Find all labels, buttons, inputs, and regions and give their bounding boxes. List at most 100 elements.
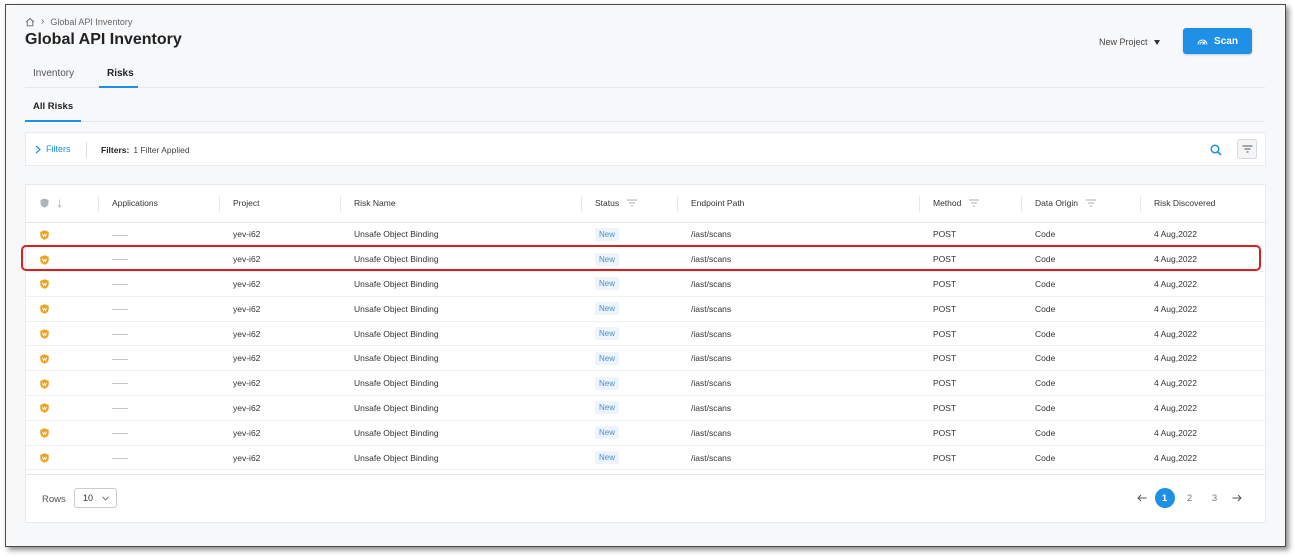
- cell-method: POST: [919, 345, 1021, 372]
- cell-risk-discovered: 4 Aug,2022: [1140, 296, 1267, 322]
- rows-per-page-select[interactable]: 10: [74, 488, 117, 508]
- cell-status: New: [581, 370, 677, 397]
- header-discovered-label: Risk Discovered: [1154, 198, 1216, 209]
- page-2-button[interactable]: 2: [1180, 488, 1200, 508]
- cell-project: yev-i62: [219, 420, 340, 446]
- cell-application: [98, 296, 219, 322]
- cell-data-origin: Code: [1021, 370, 1140, 397]
- sub-tabs: All Risks: [24, 97, 1265, 122]
- table-row[interactable]: yev-i62 Unsafe Object Binding New/iast/sca…: [26, 321, 1267, 347]
- cell-application: [98, 271, 219, 297]
- filters-toggle[interactable]: Filters: [35, 144, 71, 154]
- table-row[interactable]: yev-i62 Unsafe Object Binding New/iast/sca…: [26, 370, 1267, 397]
- cell-severity: [26, 370, 98, 397]
- cell-severity: [26, 445, 98, 471]
- header-project[interactable]: Project: [219, 185, 340, 223]
- cell-status: New: [581, 321, 677, 347]
- prev-page-button[interactable]: [1132, 488, 1152, 508]
- empty-value-dash: [112, 433, 128, 435]
- project-select[interactable]: New Project: [1099, 37, 1160, 47]
- table-header-row: Applications Project Risk Name Status En…: [26, 185, 1267, 223]
- next-page-button[interactable]: [1227, 488, 1247, 508]
- table-row[interactable]: yev-i62 Unsafe Object Binding New/iast/sca…: [26, 271, 1267, 297]
- cell-application: [98, 370, 219, 397]
- risks-table-card: Applications Project Risk Name Status En…: [25, 184, 1267, 523]
- filters-applied-label: Filters:: [101, 145, 130, 155]
- filter-icon: [1242, 145, 1252, 153]
- rows-label: Rows: [42, 494, 66, 505]
- search-icon[interactable]: [1209, 143, 1223, 157]
- table-row[interactable]: yev-i62 Unsafe Object Binding New/iast/sca…: [26, 395, 1267, 421]
- cell-endpoint-path: /iast/scans: [677, 321, 919, 347]
- header-method-label: Method: [933, 198, 962, 209]
- header-risk-discovered[interactable]: Risk Discovered: [1140, 185, 1267, 223]
- cell-method: POST: [919, 246, 1021, 273]
- status-badge: New: [595, 401, 620, 415]
- cell-status: New: [581, 271, 677, 297]
- cell-severity: [26, 321, 98, 347]
- header-risk-name[interactable]: Risk Name: [340, 185, 581, 223]
- breadcrumb-current[interactable]: Global API Inventory: [50, 17, 132, 27]
- cell-risk-name: Unsafe Object Binding: [340, 246, 581, 273]
- tab-inventory[interactable]: Inventory: [33, 68, 74, 88]
- table-row[interactable]: yev-i62 Unsafe Object Binding New/iast/sca…: [26, 445, 1267, 471]
- header-method[interactable]: Method: [919, 185, 1021, 223]
- header-severity[interactable]: [26, 185, 98, 223]
- cell-risk-name: Unsafe Object Binding: [340, 445, 581, 471]
- page-1-button[interactable]: 1: [1154, 488, 1175, 508]
- shield-warning-icon: [40, 230, 49, 240]
- arrow-right-icon: [1232, 494, 1242, 502]
- header-origin-label: Data Origin: [1035, 198, 1078, 209]
- main-tabs: Inventory Risks: [25, 63, 1265, 88]
- cell-project: yev-i62: [219, 321, 340, 347]
- page-3-button[interactable]: 3: [1205, 488, 1225, 508]
- project-select-label: New Project: [1099, 37, 1148, 47]
- shield-warning-icon: [40, 428, 49, 438]
- cell-application: [98, 321, 219, 347]
- sort-down-icon[interactable]: [57, 199, 62, 208]
- header-data-origin[interactable]: Data Origin: [1021, 185, 1140, 223]
- table-row[interactable]: yev-i62 Unsafe Object Binding New/iast/sca…: [26, 246, 1267, 273]
- cell-project: yev-i62: [219, 445, 340, 471]
- cell-endpoint-path: /iast/scans: [677, 445, 919, 471]
- app-window: › Global API Inventory Global API Invent…: [5, 4, 1286, 547]
- cell-application: [98, 445, 219, 471]
- table-row[interactable]: yev-i62 Unsafe Object Binding New/iast/sca…: [26, 222, 1267, 248]
- subtab-all-risks[interactable]: All Risks: [24, 101, 82, 122]
- cell-data-origin: Code: [1021, 222, 1140, 248]
- cell-severity: [26, 222, 98, 248]
- header-risk-name-label: Risk Name: [354, 198, 396, 209]
- scan-button[interactable]: Scan: [1183, 28, 1252, 54]
- cell-method: POST: [919, 271, 1021, 297]
- filter-icon[interactable]: [1086, 199, 1096, 207]
- header-endpoint-path[interactable]: Endpoint Path: [677, 185, 919, 223]
- status-badge: New: [595, 302, 620, 316]
- table-row[interactable]: yev-i62 Unsafe Object Binding New/iast/sca…: [26, 345, 1267, 372]
- filter-button[interactable]: [1237, 139, 1257, 159]
- shield-warning-icon: [40, 453, 49, 463]
- cell-endpoint-path: /iast/scans: [677, 271, 919, 297]
- status-badge: New: [595, 277, 620, 291]
- chevron-right-icon: [35, 145, 41, 153]
- tab-risks[interactable]: Risks: [99, 68, 138, 88]
- pagination: 1 2 3: [1132, 488, 1247, 508]
- table-body: yev-i62 Unsafe Object Binding New/iast/sca…: [26, 222, 1267, 471]
- table-row[interactable]: yev-i62 Unsafe Object Binding New/iast/sca…: [26, 420, 1267, 446]
- cell-risk-name: Unsafe Object Binding: [340, 321, 581, 347]
- filter-icon[interactable]: [627, 199, 638, 207]
- home-icon[interactable]: [25, 17, 35, 27]
- header-status[interactable]: Status: [581, 185, 677, 223]
- rows-per-page-value: 10: [83, 493, 94, 503]
- cell-status: New: [581, 246, 677, 273]
- filters-toggle-label: Filters: [46, 144, 71, 154]
- table-row[interactable]: yev-i62 Unsafe Object Binding New/iast/sca…: [26, 296, 1267, 322]
- filters-applied: Filters: 1 Filter Applied: [101, 145, 190, 155]
- cell-endpoint-path: /iast/scans: [677, 246, 919, 273]
- header-applications[interactable]: Applications: [98, 185, 219, 223]
- cell-method: POST: [919, 222, 1021, 248]
- cell-severity: [26, 345, 98, 372]
- filter-icon[interactable]: [969, 199, 980, 207]
- cell-data-origin: Code: [1021, 321, 1140, 347]
- cell-method: POST: [919, 420, 1021, 446]
- cell-severity: [26, 420, 98, 446]
